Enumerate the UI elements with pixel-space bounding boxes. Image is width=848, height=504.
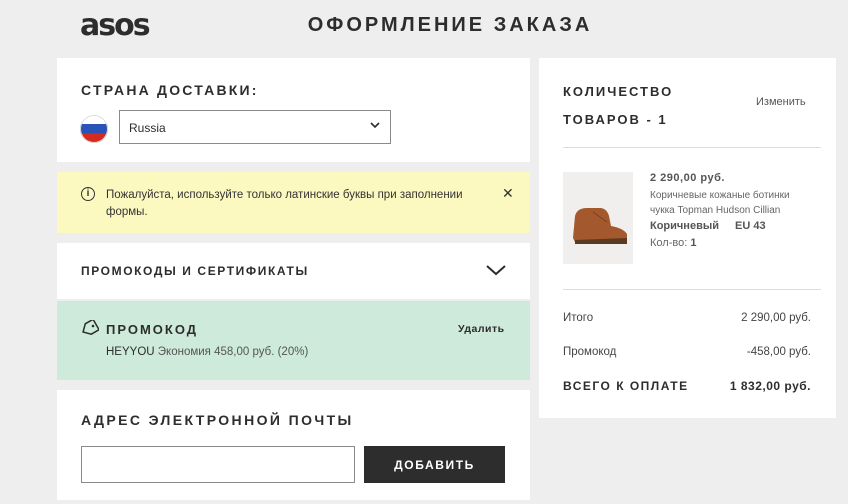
promo-discount-value: -458,00 руб. [746,346,811,358]
notice-text: Пожалуйста, используйте только латинские… [106,189,463,218]
russia-flag-icon [80,115,108,143]
promo-codes-accordion[interactable]: ПРОМОКОДЫ И СЕРТИФИКАТЫ [57,243,530,299]
product-price: 2 290,00 руб. [650,172,725,184]
divider [563,147,821,148]
divider [563,289,821,290]
promo-details: HEYYOU Экономия 458,00 руб. (20%) [106,346,308,358]
product-image[interactable] [563,172,633,264]
delivery-country-section: СТРАНА ДОСТАВКИ: Russia [57,58,530,162]
delivery-country-heading: СТРАНА ДОСТАВКИ: [81,82,259,98]
items-count-heading: КОЛИЧЕСТВО ТОВАРОВ - 1 [563,84,674,127]
chevron-down-icon[interactable] [485,261,507,279]
info-icon: i [81,187,95,201]
country-select-value: Russia [129,121,166,135]
add-email-button[interactable]: ДОБАВИТЬ [364,446,505,483]
product-quantity: Кол-во: 1 [650,237,696,249]
promo-codes-heading: ПРОМОКОДЫ И СЕРТИФИКАТЫ [81,264,309,278]
remove-promo-link[interactable]: Удалить [458,323,505,335]
boot-image [563,172,633,264]
promo-discount-row: Промокод -458,00 руб. [563,346,811,358]
applied-promo-section: ПРОМОКОД Удалить HEYYOU Экономия 458,00 … [57,301,530,380]
quantity-value: 1 [690,237,697,249]
promo-saving: Экономия 458,00 руб. (20%) [157,346,309,358]
latin-letters-notice: i Пожалуйста, используйте только латинск… [57,172,530,233]
total-value: 1 832,00 руб. [729,379,811,393]
total-label: ВСЕГО К ОПЛАТЕ [563,379,689,393]
promo-discount-label: Промокод [563,346,617,358]
total-row: ВСЕГО К ОПЛАТЕ 1 832,00 руб. [563,379,811,393]
email-field[interactable] [81,446,355,483]
product-attributes: Коричневый EU 43 [650,220,766,232]
tag-icon [82,320,99,336]
chevron-down-icon [370,119,380,134]
product-size: EU 43 [734,220,766,232]
promo-heading: ПРОМОКОД [106,322,199,337]
quantity-label: Кол-во: [650,237,688,249]
subtotal-value: 2 290,00 руб. [741,312,811,324]
email-heading: АДРЕС ЭЛЕКТРОННОЙ ПОЧТЫ [81,412,354,428]
edit-cart-link[interactable]: Изменить [756,96,806,108]
country-select[interactable]: Russia [119,110,391,144]
close-icon[interactable]: ✕ [502,185,514,202]
subtotal-row: Итого 2 290,00 руб. [563,312,811,324]
product-color: Коричневый [650,220,719,232]
order-summary: КОЛИЧЕСТВО ТОВАРОВ - 1 Изменить 2 290,00… [539,58,836,418]
email-section: АДРЕС ЭЛЕКТРОННОЙ ПОЧТЫ ДОБАВИТЬ [57,390,530,500]
product-name[interactable]: Коричневые кожаные ботинки чукка Topman … [650,188,815,218]
subtotal-label: Итого [563,312,594,324]
promo-code: HEYYOU [106,346,155,358]
page-title: ОФОРМЛЕНИЕ ЗАКАЗА [307,14,593,36]
